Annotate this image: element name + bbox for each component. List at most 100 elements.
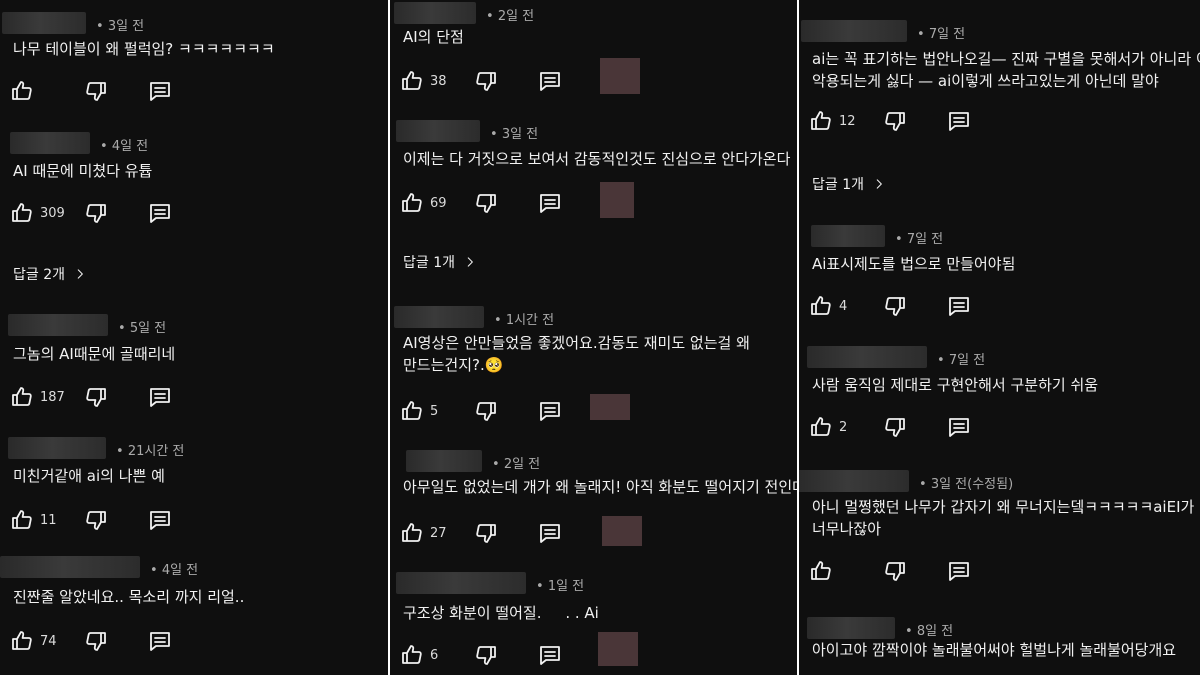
thumb-down-icon xyxy=(86,388,106,407)
dislike-button[interactable] xyxy=(474,398,498,424)
like-button[interactable] xyxy=(809,558,833,584)
thumb-up-icon xyxy=(402,401,422,420)
reply-button[interactable] xyxy=(538,190,562,216)
blurred-username[interactable] xyxy=(394,306,484,328)
blurred-username[interactable] xyxy=(2,12,86,34)
dislike-button[interactable] xyxy=(474,190,498,216)
thumb-up-icon xyxy=(12,631,32,650)
dislike-button[interactable] xyxy=(883,414,907,440)
like-button[interactable]: 69 xyxy=(400,190,447,216)
like-button[interactable]: 2 xyxy=(809,414,847,440)
timestamp-text: 2일 전 xyxy=(497,9,535,24)
reply-button[interactable] xyxy=(148,507,172,533)
blurred-username[interactable] xyxy=(807,617,895,639)
comment-timestamp: • 4일 전 xyxy=(150,563,199,578)
view-replies-button[interactable]: 답글 1개 xyxy=(812,174,886,194)
thumb-down-icon xyxy=(885,297,905,316)
reply-button[interactable] xyxy=(148,78,172,104)
chevron-right-icon xyxy=(467,257,473,267)
reply-button[interactable] xyxy=(947,293,971,319)
thumb-up-icon xyxy=(402,645,422,664)
comment-timestamp: • 8일 전 xyxy=(905,624,954,639)
comment-timestamp: • 1일 전 xyxy=(536,579,585,594)
like-button[interactable]: 11 xyxy=(10,507,57,533)
dislike-button[interactable] xyxy=(84,200,108,226)
reply-button[interactable] xyxy=(148,384,172,410)
like-count: 5 xyxy=(430,403,439,419)
chevron-right-icon xyxy=(77,269,83,279)
reply-button[interactable] xyxy=(947,414,971,440)
dislike-button[interactable] xyxy=(84,507,108,533)
blurred-username[interactable] xyxy=(406,450,482,472)
blurred-username[interactable] xyxy=(799,470,909,492)
reply-button[interactable] xyxy=(538,520,562,546)
view-replies-button[interactable]: 답글 1개 xyxy=(403,252,477,272)
timestamp-text: 1일 전 xyxy=(547,579,585,594)
reply-button[interactable] xyxy=(947,558,971,584)
blurred-username[interactable] xyxy=(396,120,480,142)
blurred-username[interactable] xyxy=(394,2,476,24)
like-button[interactable]: 38 xyxy=(400,68,447,94)
dislike-button[interactable] xyxy=(883,108,907,134)
comment-icon xyxy=(150,511,170,530)
reply-button[interactable] xyxy=(947,108,971,134)
dislike-button[interactable] xyxy=(474,68,498,94)
view-replies-button[interactable]: 답글 2개 xyxy=(13,264,87,284)
dislike-button[interactable] xyxy=(84,78,108,104)
thumb-up-icon xyxy=(402,523,422,542)
timestamp-text: 7일 전 xyxy=(906,232,944,247)
like-button[interactable]: 6 xyxy=(400,642,438,668)
timestamp-text: 8일 전 xyxy=(916,624,954,639)
reply-button[interactable] xyxy=(538,68,562,94)
blurred-username[interactable] xyxy=(807,346,927,368)
reply-button[interactable] xyxy=(148,628,172,654)
like-button[interactable]: 74 xyxy=(10,628,57,654)
blurred-username[interactable] xyxy=(801,20,907,42)
dislike-button[interactable] xyxy=(84,628,108,654)
comment-actions: 27 xyxy=(390,516,797,546)
timestamp-text: 3일 전(수정됨) xyxy=(930,477,1014,492)
thumb-up-icon xyxy=(402,71,422,90)
like-button[interactable] xyxy=(10,78,34,104)
comment-timestamp: • 3일 전(수정됨) xyxy=(919,477,1014,492)
like-button[interactable]: 27 xyxy=(400,520,447,546)
comment-icon xyxy=(540,72,560,91)
blurred-username[interactable] xyxy=(10,132,90,154)
blurred-username[interactable] xyxy=(0,556,140,578)
like-count: 4 xyxy=(839,298,848,314)
comment-icon xyxy=(540,194,560,213)
like-button[interactable]: 12 xyxy=(809,108,856,134)
comment-actions: 6 xyxy=(390,632,797,668)
dislike-button[interactable] xyxy=(474,642,498,668)
blurred-username[interactable] xyxy=(8,437,106,459)
thumb-up-icon xyxy=(12,510,32,529)
blurred-username[interactable] xyxy=(396,572,526,594)
blurred-username[interactable] xyxy=(811,225,885,247)
comment-text: Ai표시제도를 법으로 만들어야됨 xyxy=(812,255,1016,273)
dislike-button[interactable] xyxy=(474,520,498,546)
dislike-button[interactable] xyxy=(883,293,907,319)
blurred-username[interactable] xyxy=(8,314,108,336)
comment-timestamp: • 2일 전 xyxy=(492,457,541,472)
like-count: 38 xyxy=(430,73,447,89)
thumb-up-icon xyxy=(12,81,32,100)
replies-label: 답글 1개 xyxy=(812,177,864,193)
reply-button[interactable] xyxy=(148,200,172,226)
like-button[interactable]: 5 xyxy=(400,398,438,424)
dislike-button[interactable] xyxy=(883,558,907,584)
comment-text: 미친거같애 ai의 나쁜 예 xyxy=(13,467,165,485)
reply-button[interactable] xyxy=(538,642,562,668)
reply-button[interactable] xyxy=(538,398,562,424)
dislike-button[interactable] xyxy=(84,384,108,410)
comment-timestamp: • 3일 전 xyxy=(96,19,145,34)
comment-text: 이제는 다 거짓으로 보여서 감동적인것도 진심으로 안다가온다 xyxy=(403,150,791,168)
timestamp-text: 5일 전 xyxy=(129,321,167,336)
like-button[interactable]: 309 xyxy=(10,200,65,226)
comment-icon xyxy=(150,632,170,651)
like-button[interactable]: 4 xyxy=(809,293,847,319)
creator-heart-thumbnail xyxy=(602,516,642,546)
comment-icon xyxy=(540,402,560,421)
comment-actions: 69 xyxy=(390,182,797,218)
like-button[interactable]: 187 xyxy=(10,384,65,410)
like-count: 309 xyxy=(40,205,65,221)
